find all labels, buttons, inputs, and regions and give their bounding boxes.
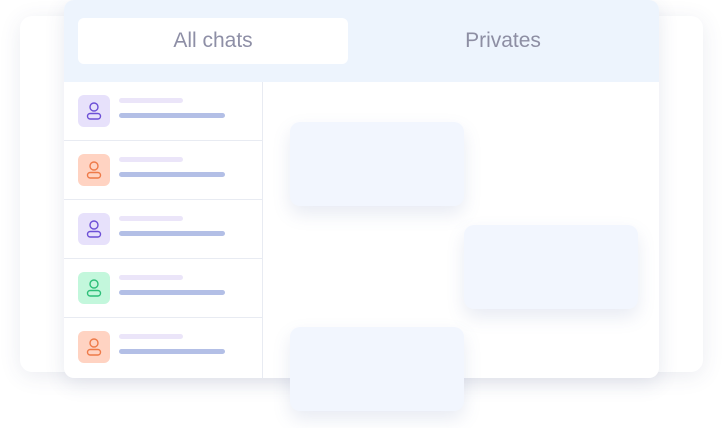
preview-line-name xyxy=(119,275,183,280)
message-bubble-incoming xyxy=(290,327,464,411)
message-bubble-incoming xyxy=(290,122,464,206)
chat-list-item[interactable] xyxy=(64,318,262,376)
preview-line-name xyxy=(119,157,183,162)
chat-list xyxy=(64,82,263,378)
chat-window: All chats Privates xyxy=(64,0,659,378)
preview-line-message xyxy=(119,113,225,118)
preview-line-message xyxy=(119,290,225,295)
user-icon xyxy=(86,102,102,120)
chat-list-item[interactable] xyxy=(64,82,262,141)
chat-list-item[interactable] xyxy=(64,200,262,259)
tab-bar: All chats Privates xyxy=(64,0,659,82)
preview-line-message xyxy=(119,172,225,177)
avatar xyxy=(78,272,110,304)
user-icon xyxy=(86,279,102,297)
avatar xyxy=(78,154,110,186)
preview-line-name xyxy=(119,216,183,221)
tab-all-chats[interactable]: All chats xyxy=(78,18,348,64)
avatar xyxy=(78,213,110,245)
preview-line-message xyxy=(119,231,225,236)
chat-list-item[interactable] xyxy=(64,141,262,200)
avatar xyxy=(78,95,110,127)
chat-list-item[interactable] xyxy=(64,259,262,318)
tab-privates[interactable]: Privates xyxy=(368,18,638,64)
user-icon xyxy=(86,220,102,238)
user-icon xyxy=(86,161,102,179)
message-bubble-outgoing xyxy=(464,225,638,309)
user-icon xyxy=(86,338,102,356)
preview-line-message xyxy=(119,349,225,354)
preview-line-name xyxy=(119,334,183,339)
avatar xyxy=(78,331,110,363)
preview-line-name xyxy=(119,98,183,103)
